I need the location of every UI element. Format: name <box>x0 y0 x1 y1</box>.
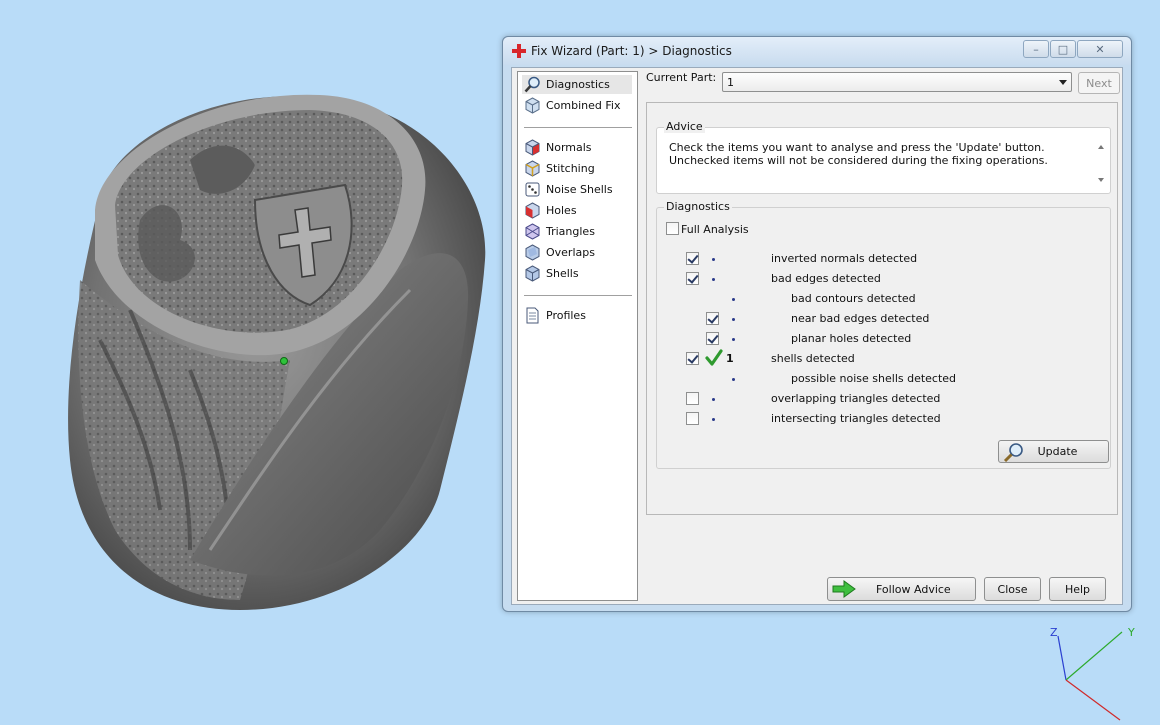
shells-label: shells detected <box>771 352 855 365</box>
dialog-client-area: Diagnostics Combined Fix Normals Stitchi… <box>511 67 1123 605</box>
status-dot <box>712 398 715 401</box>
shells-checkbox[interactable] <box>686 352 699 365</box>
nav-item-overlaps[interactable]: Overlaps <box>522 243 632 262</box>
close-icon: ✕ <box>1095 42 1105 56</box>
nav-item-holes[interactable]: Holes <box>522 201 632 220</box>
status-dot <box>732 318 735 321</box>
inverted-normals-label: inverted normals detected <box>771 252 918 265</box>
advice-title: Advice <box>664 120 705 133</box>
maximize-button[interactable]: □ <box>1050 40 1076 58</box>
nav-item-combined-fix[interactable]: Combined Fix <box>522 96 632 115</box>
nav-label: Overlaps <box>546 246 595 259</box>
cube-red-face-icon <box>525 139 540 156</box>
nav-divider <box>524 127 632 129</box>
bad-edges-checkbox[interactable] <box>686 272 699 285</box>
cube-hole-icon <box>525 202 540 219</box>
follow-advice-button[interactable]: Follow Advice <box>827 577 976 601</box>
nav-item-normals[interactable]: Normals <box>522 138 632 157</box>
nav-label: Combined Fix <box>546 99 621 112</box>
update-button[interactable]: Update <box>998 440 1109 463</box>
fix-wizard-dialog: Fix Wizard (Part: 1) > Diagnostics – □ ✕… <box>502 36 1132 612</box>
nav-item-diagnostics[interactable]: Diagnostics <box>522 75 632 94</box>
noise-shells-label: possible noise shells detected <box>791 372 957 385</box>
red-cross-icon <box>512 44 526 58</box>
title-bar[interactable]: Fix Wizard (Part: 1) > Diagnostics – □ ✕ <box>503 37 1131 65</box>
update-label: Update <box>1037 445 1078 458</box>
current-part-select[interactable]: 1 <box>722 72 1072 92</box>
near-bad-edges-checkbox[interactable] <box>706 312 719 325</box>
maximize-icon: □ <box>1057 42 1069 56</box>
minimize-icon: – <box>1033 42 1039 56</box>
nav-label: Normals <box>546 141 592 154</box>
advice-scrollbar[interactable] <box>1094 142 1109 187</box>
nav-item-triangles[interactable]: Triangles <box>522 222 632 241</box>
next-button[interactable]: Next <box>1078 72 1120 94</box>
nav-label: Profiles <box>546 309 586 322</box>
window-title: Fix Wizard (Part: 1) > Diagnostics <box>531 44 732 58</box>
inverted-normals-checkbox[interactable] <box>686 252 699 265</box>
status-dot <box>712 418 715 421</box>
advice-group: Advice Check the items you want to analy… <box>656 120 1111 194</box>
close-window-button[interactable]: ✕ <box>1077 40 1123 58</box>
overlapping-triangles-label: overlapping triangles detected <box>771 392 941 405</box>
overlapping-triangles-checkbox[interactable] <box>686 392 699 405</box>
bad-edges-label: bad edges detected <box>771 272 881 285</box>
full-analysis-checkbox[interactable] <box>666 222 679 235</box>
nav-item-noise-shells[interactable]: Noise Shells <box>522 180 632 199</box>
nav-label: Shells <box>546 267 579 280</box>
cube-icon <box>525 97 540 114</box>
intersecting-triangles-checkbox[interactable] <box>686 412 699 425</box>
status-dot <box>732 298 735 301</box>
help-button[interactable]: Help <box>1049 577 1106 601</box>
nav-label: Triangles <box>546 225 595 238</box>
shells-count: 1 <box>726 352 734 365</box>
axis-z-label: Z <box>1050 626 1058 639</box>
wizard-nav: Diagnostics Combined Fix Normals Stitchi… <box>517 71 638 601</box>
status-dot <box>732 378 735 381</box>
near-bad-edges-label: near bad edges detected <box>791 312 930 325</box>
current-part-label: Current Part: <box>646 71 717 84</box>
close-button[interactable]: Close <box>984 577 1041 601</box>
status-dot <box>732 338 735 341</box>
cube-stitch-icon <box>525 160 540 177</box>
nav-item-shells[interactable]: Shells <box>522 264 632 283</box>
nav-label: Stitching <box>546 162 595 175</box>
advice-text: Check the items you want to analyse and … <box>669 141 1048 167</box>
nav-item-stitching[interactable]: Stitching <box>522 159 632 178</box>
axis-y-label: Y <box>1128 626 1135 639</box>
follow-advice-label: Follow Advice <box>876 582 951 596</box>
planar-holes-checkbox[interactable] <box>706 332 719 345</box>
diagnostics-group: Diagnostics Full Analysis inverted norma… <box>656 200 1111 469</box>
diagnostics-title: Diagnostics <box>664 200 732 213</box>
nav-item-profiles[interactable]: Profiles <box>522 306 632 325</box>
overlap-cube-icon <box>525 244 540 261</box>
magnifier-icon <box>1003 442 1023 462</box>
nav-divider <box>524 295 632 297</box>
axis-triad: Z Y <box>1040 622 1150 722</box>
chevron-down-icon <box>1059 80 1067 85</box>
check-mark-icon <box>705 349 723 366</box>
nav-label: Holes <box>546 204 577 217</box>
minimize-button[interactable]: – <box>1023 40 1049 58</box>
document-icon <box>526 307 539 324</box>
nav-label: Noise Shells <box>546 183 613 196</box>
diagnostics-panel: Advice Check the items you want to analy… <box>646 102 1118 515</box>
triangle-cube-icon <box>525 223 540 240</box>
dice-icon <box>525 182 540 197</box>
scroll-down-icon[interactable] <box>1098 178 1104 182</box>
arrow-right-icon <box>832 580 856 598</box>
status-dot <box>712 278 715 281</box>
nav-label: Diagnostics <box>546 78 610 91</box>
ring-3d-model[interactable] <box>40 80 510 640</box>
magnifier-icon <box>524 76 540 93</box>
bad-contours-label: bad contours detected <box>791 292 916 305</box>
planar-holes-label: planar holes detected <box>791 332 912 345</box>
intersecting-triangles-label: intersecting triangles detected <box>771 412 941 425</box>
shells-cube-icon <box>525 265 540 282</box>
status-dot <box>712 258 715 261</box>
scroll-up-icon[interactable] <box>1098 145 1104 149</box>
full-analysis-label: Full Analysis <box>681 223 749 236</box>
current-part-value: 1 <box>727 76 734 89</box>
